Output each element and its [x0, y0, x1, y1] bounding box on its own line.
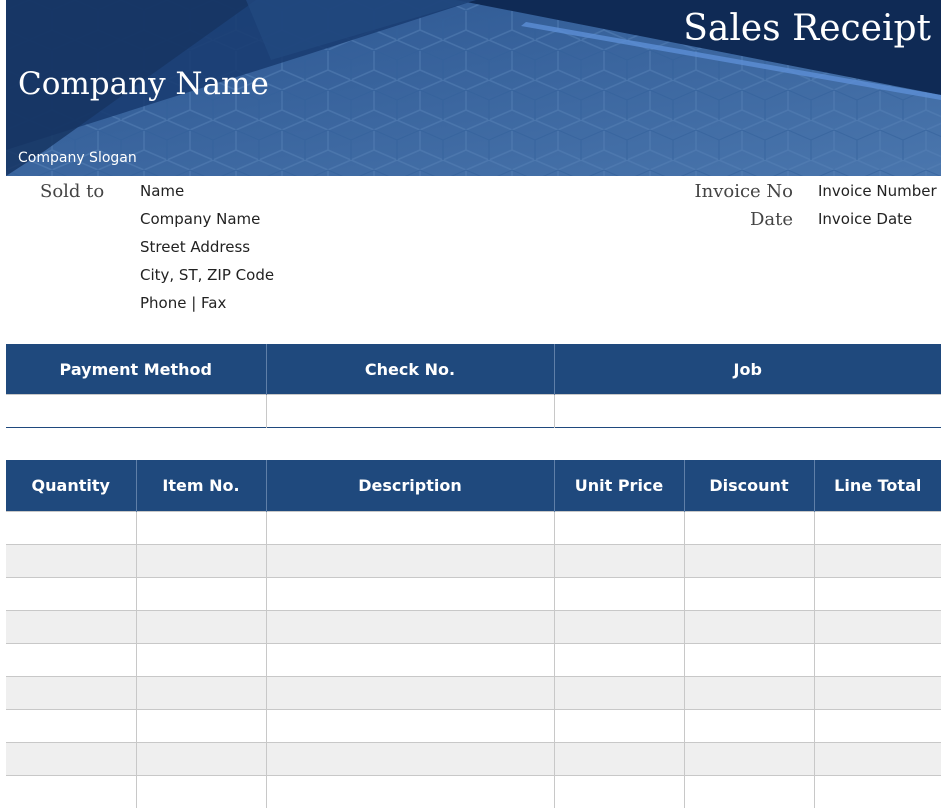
quantity-cell[interactable] — [6, 577, 136, 611]
invoice-number-label: Invoice No — [694, 181, 793, 202]
unit-price-cell[interactable] — [553, 742, 684, 776]
job-cell[interactable] — [553, 394, 941, 428]
sold-to-phone: Phone | Fax — [140, 294, 227, 312]
quantity-cell[interactable] — [6, 511, 136, 545]
item-row — [6, 676, 941, 710]
description-cell[interactable] — [265, 544, 554, 578]
line-total-cell[interactable] — [813, 676, 941, 710]
company-name: Company Name — [18, 66, 269, 102]
item-no-cell[interactable] — [135, 676, 266, 710]
line-total-header: Line Total — [813, 460, 941, 512]
sold-to-company: Company Name — [140, 210, 261, 228]
item-no-cell[interactable] — [135, 709, 266, 743]
quantity-cell[interactable] — [6, 742, 136, 776]
invoice-date-label: Date — [749, 209, 793, 230]
line-total-cell[interactable] — [813, 511, 941, 545]
invoice-date-value: Invoice Date — [818, 210, 913, 228]
quantity-cell[interactable] — [6, 709, 136, 743]
payment-row — [6, 394, 941, 428]
description-cell[interactable] — [265, 610, 554, 644]
check-no-cell[interactable] — [265, 394, 554, 428]
sold-to-city: City, ST, ZIP Code — [140, 266, 275, 284]
unit-price-cell[interactable] — [553, 775, 684, 808]
quantity-header: Quantity — [6, 460, 136, 512]
job-header: Job — [553, 344, 941, 395]
sold-to-street: Street Address — [140, 238, 251, 256]
item-row — [6, 577, 941, 611]
unit-price-cell[interactable] — [553, 676, 684, 710]
quantity-cell[interactable] — [6, 643, 136, 677]
quantity-cell[interactable] — [6, 775, 136, 808]
description-cell[interactable] — [265, 676, 554, 710]
discount-cell[interactable] — [683, 577, 814, 611]
sold-to-name: Name — [140, 182, 185, 200]
invoice-number-value: Invoice Number — [818, 182, 937, 200]
unit-price-cell[interactable] — [553, 643, 684, 677]
payment-table: Payment Method Check No. Job — [6, 344, 941, 428]
quantity-cell[interactable] — [6, 610, 136, 644]
company-slogan: Company Slogan — [18, 150, 137, 166]
line-total-cell[interactable] — [813, 610, 941, 644]
unit-price-cell[interactable] — [553, 610, 684, 644]
items-table: Quantity Item No. Description Unit Price… — [6, 460, 941, 808]
unit-price-cell[interactable] — [553, 709, 684, 743]
description-header: Description — [265, 460, 554, 512]
discount-cell[interactable] — [683, 511, 814, 545]
item-row — [6, 544, 941, 578]
discount-cell[interactable] — [683, 742, 814, 776]
description-cell[interactable] — [265, 775, 554, 808]
discount-cell[interactable] — [683, 709, 814, 743]
item-no-cell[interactable] — [135, 544, 266, 578]
description-cell[interactable] — [265, 742, 554, 776]
item-row — [6, 511, 941, 545]
item-no-cell[interactable] — [135, 511, 266, 545]
sold-to-label: Sold to — [40, 181, 105, 202]
payment-method-cell[interactable] — [6, 394, 266, 428]
discount-header: Discount — [683, 460, 814, 512]
line-total-cell[interactable] — [813, 643, 941, 677]
unit-price-header: Unit Price — [553, 460, 684, 512]
item-no-cell[interactable] — [135, 577, 266, 611]
quantity-cell[interactable] — [6, 676, 136, 710]
line-total-cell[interactable] — [813, 709, 941, 743]
unit-price-cell[interactable] — [553, 544, 684, 578]
discount-cell[interactable] — [683, 610, 814, 644]
description-cell[interactable] — [265, 577, 554, 611]
line-total-cell[interactable] — [813, 577, 941, 611]
unit-price-cell[interactable] — [553, 511, 684, 545]
discount-cell[interactable] — [683, 643, 814, 677]
payment-header-row: Payment Method Check No. Job — [6, 344, 941, 395]
item-no-cell[interactable] — [135, 610, 266, 644]
item-row — [6, 709, 941, 743]
item-no-header: Item No. — [135, 460, 266, 512]
item-row — [6, 643, 941, 677]
description-cell[interactable] — [265, 709, 554, 743]
item-row — [6, 742, 941, 776]
items-header-row: Quantity Item No. Description Unit Price… — [6, 460, 941, 512]
description-cell[interactable] — [265, 643, 554, 677]
header-banner: Sales Receipt Company Name Company Sloga… — [6, 0, 941, 176]
discount-cell[interactable] — [683, 775, 814, 808]
discount-cell[interactable] — [683, 544, 814, 578]
line-total-cell[interactable] — [813, 544, 941, 578]
item-row — [6, 775, 941, 808]
document-title: Sales Receipt — [683, 8, 931, 49]
unit-price-cell[interactable] — [553, 577, 684, 611]
discount-cell[interactable] — [683, 676, 814, 710]
line-total-cell[interactable] — [813, 775, 941, 808]
quantity-cell[interactable] — [6, 544, 136, 578]
item-no-cell[interactable] — [135, 775, 266, 808]
line-total-cell[interactable] — [813, 742, 941, 776]
item-no-cell[interactable] — [135, 643, 266, 677]
item-no-cell[interactable] — [135, 742, 266, 776]
payment-method-header: Payment Method — [6, 344, 266, 395]
item-row — [6, 610, 941, 644]
check-no-header: Check No. — [265, 344, 554, 395]
description-cell[interactable] — [265, 511, 554, 545]
